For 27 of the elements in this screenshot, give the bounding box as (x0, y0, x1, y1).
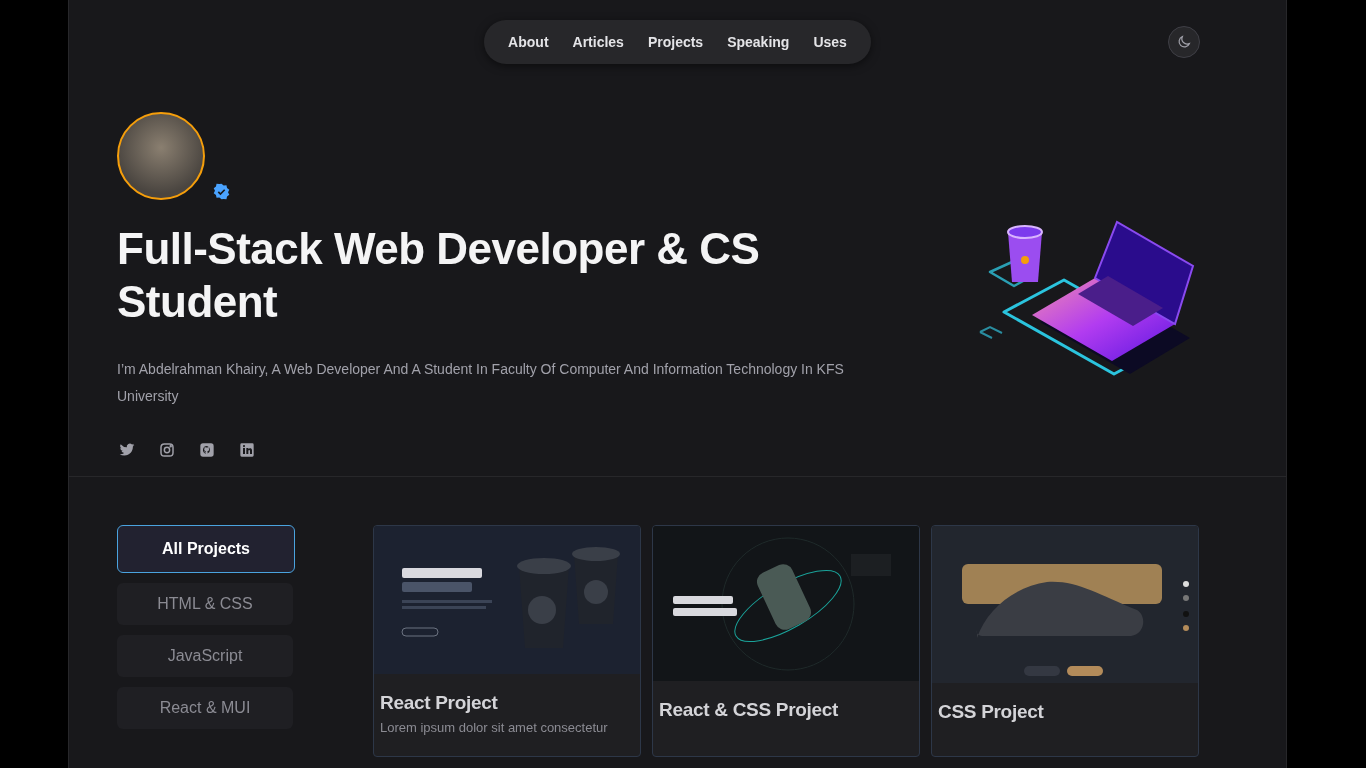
theme-toggle-button[interactable] (1168, 26, 1200, 58)
social-link[interactable] (197, 440, 217, 460)
social-link[interactable] (157, 440, 177, 460)
nav-link[interactable]: Articles (562, 34, 634, 50)
nav-link[interactable]: Projects (637, 34, 714, 50)
project-card[interactable]: React & CSS Project (652, 525, 920, 757)
filter-button[interactable]: JavaScript (117, 635, 293, 677)
project-title: React & CSS Project (659, 699, 840, 721)
linkedin-icon (239, 442, 255, 458)
project-title: CSS Project (938, 701, 1045, 723)
nav-link[interactable]: Uses (803, 34, 857, 50)
filter-button[interactable]: HTML & CSS (117, 583, 293, 625)
project-card[interactable]: CSS Project (931, 525, 1199, 757)
github-icon (199, 442, 215, 458)
filter-button[interactable]: React & MUI (117, 687, 293, 729)
nav-link[interactable]: About (498, 34, 559, 50)
project-card[interactable]: React Project Lorem ipsum dolor sit amet consectetur (373, 525, 641, 757)
moon-icon (1176, 34, 1192, 50)
nav-link[interactable]: Speaking (717, 34, 800, 50)
twitter-bird-icon (119, 442, 135, 458)
project-description: Lorem ipsum dolor sit amet consectetur (380, 720, 609, 735)
project-title: React Project (380, 692, 499, 714)
hero-title: Full-Stack Web Developer & CS Student (117, 223, 761, 328)
instagram-icon (159, 442, 175, 458)
hero-bio: I’m Abdelrahman Khairy, A Web Developer And A Student In Faculty Of Computer And Information Technology In KFS University (117, 360, 845, 406)
social-link[interactable] (237, 440, 257, 460)
filter-button[interactable]: All Projects (117, 525, 295, 573)
